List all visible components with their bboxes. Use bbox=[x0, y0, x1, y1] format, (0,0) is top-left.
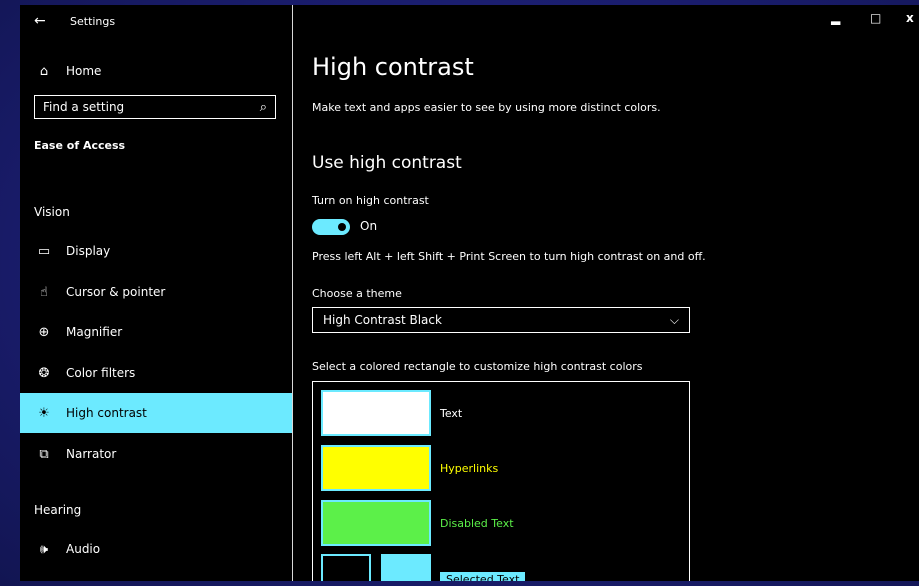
theme-dropdown[interactable]: High Contrast Black ⌵ bbox=[312, 307, 690, 333]
group-label-hearing: Hearing bbox=[34, 503, 82, 517]
search-icon[interactable]: ⌕ bbox=[260, 100, 267, 115]
shortcut-text: Press left Alt + left Shift + Print Scre… bbox=[312, 250, 706, 263]
sidebar-item-high-contrast[interactable]: ☀ High contrast bbox=[20, 393, 292, 433]
narrator-icon: ⧉ bbox=[39, 446, 49, 462]
main-content: High contrast Make text and apps easier … bbox=[312, 5, 919, 581]
nav-home-label: Home bbox=[66, 64, 102, 78]
toggle-knob bbox=[338, 223, 346, 231]
color-filters-icon: ❂ bbox=[38, 365, 50, 381]
colors-label: Select a colored rectangle to customize … bbox=[312, 360, 643, 373]
nav-home[interactable]: ⌂ Home bbox=[20, 57, 292, 85]
color-swatches-panel: Text Hyperlinks Disabled Text Selected T… bbox=[312, 381, 690, 581]
home-icon: ⌂ bbox=[39, 63, 49, 79]
magnifier-icon: ⊕ bbox=[38, 324, 50, 340]
page-title: High contrast bbox=[312, 53, 474, 81]
section-title-use-high-contrast: Use high contrast bbox=[312, 153, 462, 173]
sidebar-item-label: Magnifier bbox=[66, 325, 123, 339]
disabled-text-color-swatch[interactable] bbox=[321, 500, 431, 546]
selected-text-foreground-swatch[interactable] bbox=[381, 554, 431, 581]
hyperlinks-color-label: Hyperlinks bbox=[440, 462, 499, 475]
toggle-state: On bbox=[360, 219, 378, 233]
sidebar-item-display[interactable]: ▭ Display bbox=[20, 231, 292, 271]
search-placeholder: Find a setting bbox=[43, 100, 125, 114]
hyperlinks-color-swatch[interactable] bbox=[321, 445, 431, 491]
sidebar-item-narrator[interactable]: ⧉ Narrator bbox=[20, 434, 292, 474]
audio-icon: 🕪 bbox=[39, 541, 49, 557]
high-contrast-toggle[interactable] bbox=[312, 219, 350, 235]
text-color-label: Text bbox=[440, 407, 463, 420]
toggle-label: Turn on high contrast bbox=[312, 194, 429, 207]
sidebar-item-color-filters[interactable]: ❂ Color filters bbox=[20, 353, 292, 393]
sidebar-item-magnifier[interactable]: ⊕ Magnifier bbox=[20, 312, 292, 352]
page-description: Make text and apps easier to see by usin… bbox=[312, 101, 661, 114]
disabled-text-color-label: Disabled Text bbox=[440, 517, 514, 530]
high-contrast-icon: ☀ bbox=[38, 405, 50, 421]
group-label-vision: Vision bbox=[34, 205, 70, 219]
display-icon: ▭ bbox=[37, 243, 51, 259]
sidebar-item-label: Audio bbox=[66, 542, 101, 556]
sidebar-item-label: High contrast bbox=[66, 406, 147, 420]
section-title: Ease of Access bbox=[34, 139, 126, 152]
cursor-pointer-icon: ☝ bbox=[40, 284, 48, 300]
back-arrow-icon[interactable]: ← bbox=[34, 13, 54, 29]
text-color-swatch[interactable] bbox=[321, 390, 431, 436]
sidebar-item-label: Cursor & pointer bbox=[66, 285, 166, 299]
app-title: Settings bbox=[70, 14, 116, 28]
settings-window: ← Settings ⌂ Home Find a setting ⌕ Ease … bbox=[20, 5, 919, 581]
theme-label: Choose a theme bbox=[312, 287, 402, 300]
theme-selected: High Contrast Black bbox=[323, 313, 442, 327]
sidebar-item-label: Narrator bbox=[66, 447, 117, 461]
sidebar-item-audio[interactable]: 🕪 Audio bbox=[20, 529, 292, 569]
chevron-down-icon: ⌵ bbox=[669, 312, 679, 327]
sidebar-item-label: Display bbox=[66, 244, 111, 258]
sidebar-item-cursor-pointer[interactable]: ☝ Cursor & pointer bbox=[20, 272, 292, 312]
selected-text-color-label: Selected Text bbox=[440, 572, 526, 581]
sidebar-item-label: Color filters bbox=[66, 366, 136, 380]
search-input[interactable]: Find a setting ⌕ bbox=[34, 95, 276, 119]
sidebar: ← Settings ⌂ Home Find a setting ⌕ Ease … bbox=[20, 5, 293, 581]
selected-text-background-swatch[interactable] bbox=[321, 554, 371, 581]
title-bar: ← Settings bbox=[20, 5, 292, 37]
